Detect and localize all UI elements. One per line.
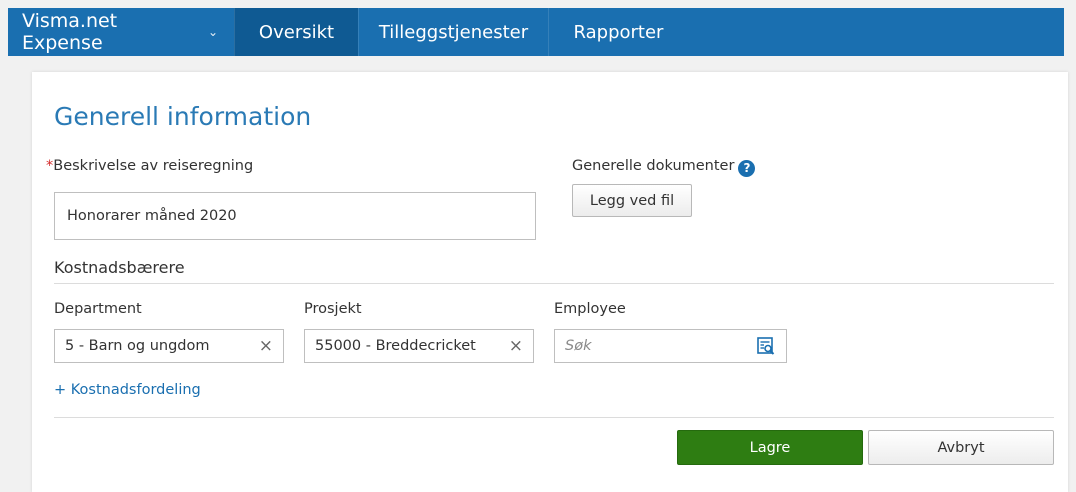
help-icon[interactable]: ? xyxy=(738,159,756,177)
footer-divider xyxy=(54,417,1054,418)
description-label-text: Beskrivelse av reiseregning xyxy=(53,158,254,174)
employee-search-field[interactable]: Søk xyxy=(554,329,787,363)
app-title: Visma.net Expense xyxy=(22,10,118,54)
cost-distribution-link[interactable]: + Kostnadsfordeling xyxy=(54,382,201,398)
department-field[interactable]: 5 - Barn og ungdom × xyxy=(54,329,284,363)
nav-tab-oversikt[interactable]: Oversikt xyxy=(234,8,358,56)
general-information-panel: Generell information *Beskrivelse av rei… xyxy=(32,72,1068,492)
nav-tab-tilleggstjenester[interactable]: Tilleggstjenester xyxy=(358,8,548,56)
project-value: 55000 - Breddecricket xyxy=(315,338,476,354)
nav-tab-rapporter[interactable]: Rapporter xyxy=(548,8,688,56)
page-title: Generell information xyxy=(54,102,312,131)
description-label: *Beskrivelse av reiseregning xyxy=(46,158,253,174)
department-value: 5 - Barn og ungdom xyxy=(65,338,210,354)
clear-icon[interactable]: × xyxy=(259,336,273,356)
search-lookup-icon[interactable] xyxy=(756,336,776,356)
department-label: Department xyxy=(54,301,142,317)
attach-file-button[interactable]: Legg ved fil xyxy=(572,184,692,217)
project-label: Prosjekt xyxy=(304,301,362,317)
clear-icon[interactable]: × xyxy=(509,336,523,356)
app-switcher[interactable]: Visma.net Expense ⌄ xyxy=(8,8,234,56)
chevron-down-icon: ⌄ xyxy=(207,25,218,39)
top-navigation-bar: Visma.net Expense ⌄ Oversikt Tilleggstje… xyxy=(8,8,1064,56)
cancel-button[interactable]: Avbryt xyxy=(868,430,1054,465)
description-input[interactable]: Honorarer måned 2020 xyxy=(54,192,536,240)
save-button[interactable]: Lagre xyxy=(677,430,863,465)
section-divider xyxy=(54,283,1054,284)
employee-search-placeholder: Søk xyxy=(565,338,592,354)
documents-label: Generelle dokumenter? xyxy=(572,158,756,177)
documents-label-text: Generelle dokumenter xyxy=(572,158,735,174)
employee-label: Employee xyxy=(554,301,626,317)
project-field[interactable]: 55000 - Breddecricket × xyxy=(304,329,534,363)
cost-carriers-title: Kostnadsbærere xyxy=(54,258,185,277)
